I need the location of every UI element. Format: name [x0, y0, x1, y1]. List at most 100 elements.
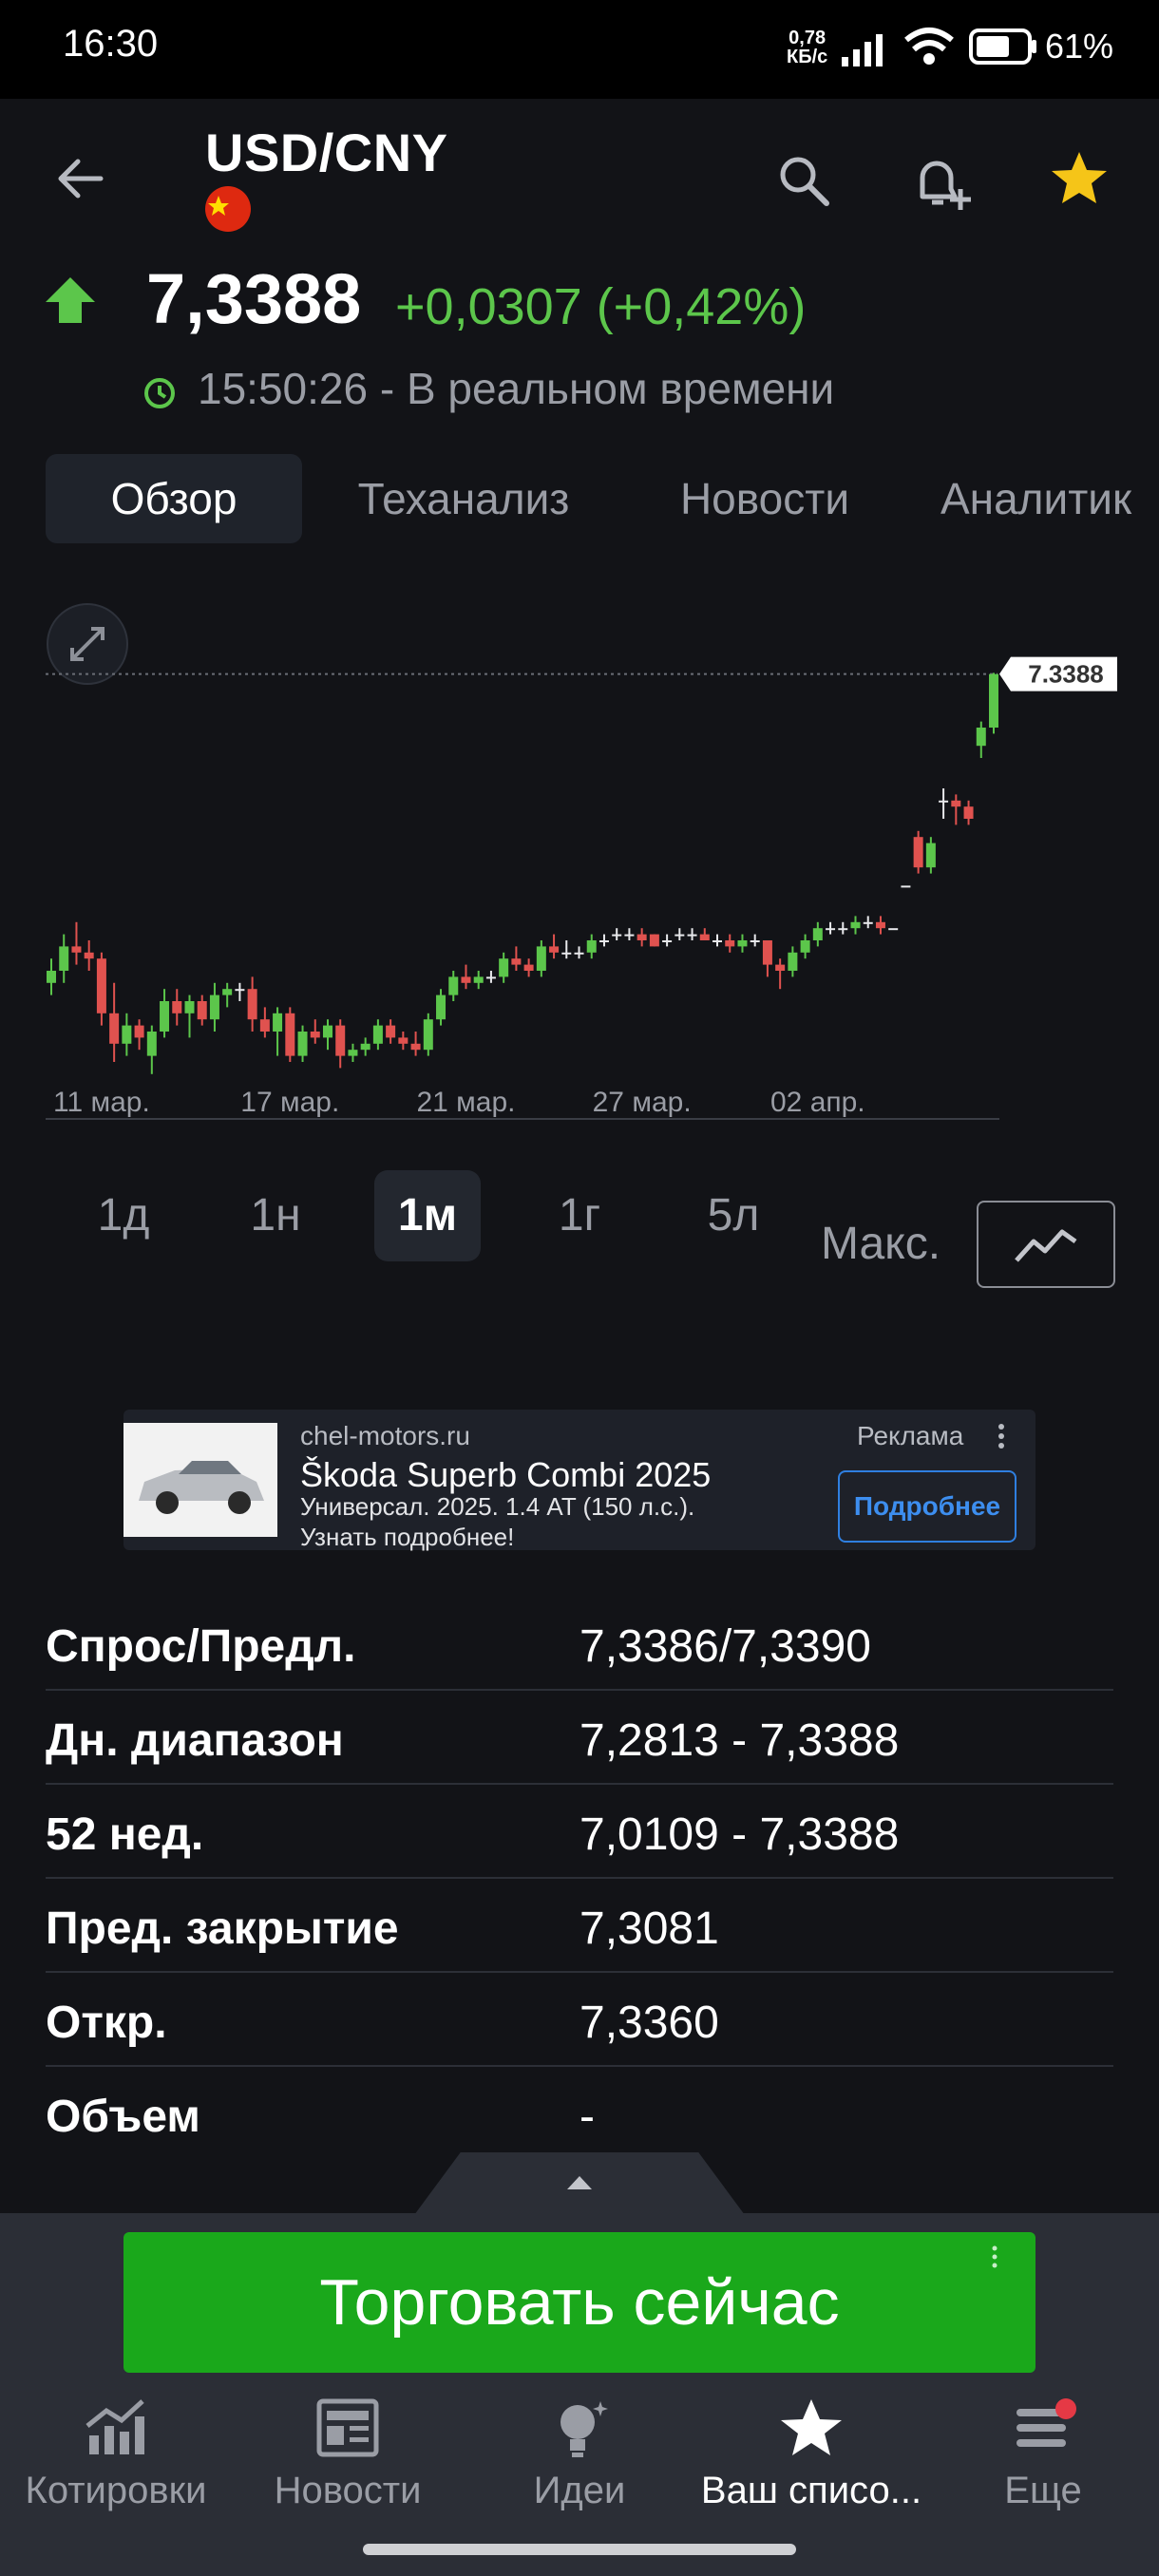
candle-body [247, 989, 257, 1020]
candle-body [838, 928, 848, 931]
candle-body [322, 1025, 332, 1038]
trade-now-button[interactable]: Торговать сейчас [124, 2232, 1036, 2373]
x-tick-label: 17 мар. [240, 1087, 339, 1118]
candle-body [485, 976, 496, 979]
candle-body [925, 843, 936, 868]
range-max[interactable]: Макс. [821, 1187, 940, 1301]
bell-plus-icon [920, 161, 971, 210]
menu-icon [1016, 2398, 1076, 2447]
range-1y[interactable]: 1г [532, 1170, 627, 1261]
nav-news[interactable]: Новости [232, 2394, 464, 2536]
network-speed-unit: КБ/с [787, 47, 828, 67]
news-icon [316, 2398, 379, 2457]
china-flag-icon [205, 186, 251, 232]
stats-value: 7,0109 - 7,3388 [580, 1809, 900, 1860]
candle-body [47, 971, 56, 983]
stats-label: Пред. закрытие [46, 1904, 399, 1954]
candle-body [963, 806, 974, 819]
more-vertical-icon[interactable] [988, 2245, 1001, 2270]
ad-banner[interactable]: chel-motors.ru Реклама Škoda Superb Comb… [124, 1410, 1036, 1551]
candle-body [160, 1001, 170, 1032]
search-button[interactable] [766, 142, 842, 218]
ad-more-button[interactable]: Подробнее [838, 1470, 1016, 1543]
candle-body [297, 1032, 308, 1056]
chart-type-button[interactable] [977, 1201, 1115, 1288]
search-icon [780, 157, 829, 206]
stats-label: Откр. [46, 1998, 167, 2048]
nav-label: Идеи [533, 2470, 626, 2511]
realtime-timestamp: 15:50:26 - В реальном времени [198, 364, 835, 413]
last-price-label: 7.3388 [999, 656, 1117, 691]
stats-row: Пред. закрытие 7,3081 [46, 1878, 1113, 1973]
candle-body [310, 1032, 320, 1038]
ad-label: Реклама [857, 1421, 964, 1450]
chevron-up-icon [567, 2176, 592, 2189]
tab-analytics[interactable]: Аналитик [940, 454, 1159, 543]
candle-body [649, 934, 659, 947]
price-change: +0,0307 (+0,42%) [395, 278, 807, 335]
line-chart-icon [1015, 1229, 1077, 1262]
candle-body [109, 1013, 120, 1044]
range-5y[interactable]: 5л [686, 1170, 781, 1261]
instrument-title: USD/CNY [205, 123, 448, 182]
back-button[interactable] [46, 144, 114, 213]
battery-icon [969, 28, 1036, 65]
nav-label: Новости [274, 2470, 422, 2511]
candle-body [812, 928, 823, 940]
candle-body [662, 940, 673, 942]
candle-body [499, 958, 509, 977]
nav-watchlist[interactable]: Ваш списо... [695, 2394, 927, 2536]
nav-more[interactable]: Еще [927, 2394, 1159, 2536]
network-speed-value: 0,78 [788, 28, 826, 48]
star-icon [1052, 152, 1107, 203]
candle-body [775, 964, 786, 971]
candle-body [725, 940, 735, 947]
candle-body [473, 976, 484, 983]
tab-news[interactable]: Новости [646, 454, 884, 543]
stats-label: Объем [46, 2092, 200, 2142]
ad-car-image [124, 1423, 277, 1537]
candle-body [172, 1001, 182, 1013]
home-indicator[interactable] [363, 2544, 796, 2555]
expand-chart-button[interactable] [47, 603, 128, 685]
candle-body [561, 952, 572, 955]
candle-body [598, 940, 609, 942]
x-tick-label: 11 мар. [53, 1087, 150, 1118]
candle-body [939, 800, 949, 803]
stats-label: Спрос/Предл. [46, 1621, 356, 1672]
x-tick-label: 21 мар. [416, 1087, 515, 1118]
range-1d[interactable]: 1д [76, 1170, 171, 1261]
candle-body [826, 928, 836, 931]
more-vertical-icon[interactable] [994, 1423, 1009, 1453]
candle-body [511, 958, 522, 965]
nav-quotes[interactable]: Котировки [0, 2394, 232, 2536]
clock-icon [144, 378, 175, 408]
status-time: 16:30 [63, 23, 159, 65]
range-1m[interactable]: 1м [374, 1170, 481, 1261]
candle-body [96, 958, 106, 1013]
candle-body [612, 934, 622, 937]
price-chart[interactable]: 7.3388 11 мар. 17 мар. 21 мар. 27 мар. 02 ап… [0, 579, 1159, 1130]
candle-body [624, 934, 635, 937]
candle-body [410, 1043, 421, 1051]
range-1w[interactable]: 1н [228, 1170, 323, 1261]
tab-overview[interactable]: Обзор [46, 454, 302, 543]
wifi-icon [904, 28, 954, 65]
expand-panel-handle[interactable] [414, 2152, 745, 2215]
tab-technical[interactable]: Теханализ [329, 454, 598, 543]
watchlist-star-button[interactable] [1041, 141, 1117, 217]
nav-label: Ваш списо... [700, 2470, 922, 2511]
candle-body [184, 1001, 195, 1013]
candle-body [901, 885, 911, 888]
arrow-left-icon [58, 159, 104, 199]
x-tick-label: 02 апр. [770, 1087, 865, 1118]
candle-body [536, 946, 546, 971]
nav-ideas[interactable]: Идеи [464, 2394, 695, 2536]
candle-body [461, 976, 471, 983]
candle-body [348, 1050, 358, 1056]
candle-body [71, 946, 82, 953]
add-alert-button[interactable] [902, 142, 982, 222]
candle-body [737, 940, 748, 947]
candle-body [360, 1043, 370, 1051]
candle-body [222, 989, 233, 995]
